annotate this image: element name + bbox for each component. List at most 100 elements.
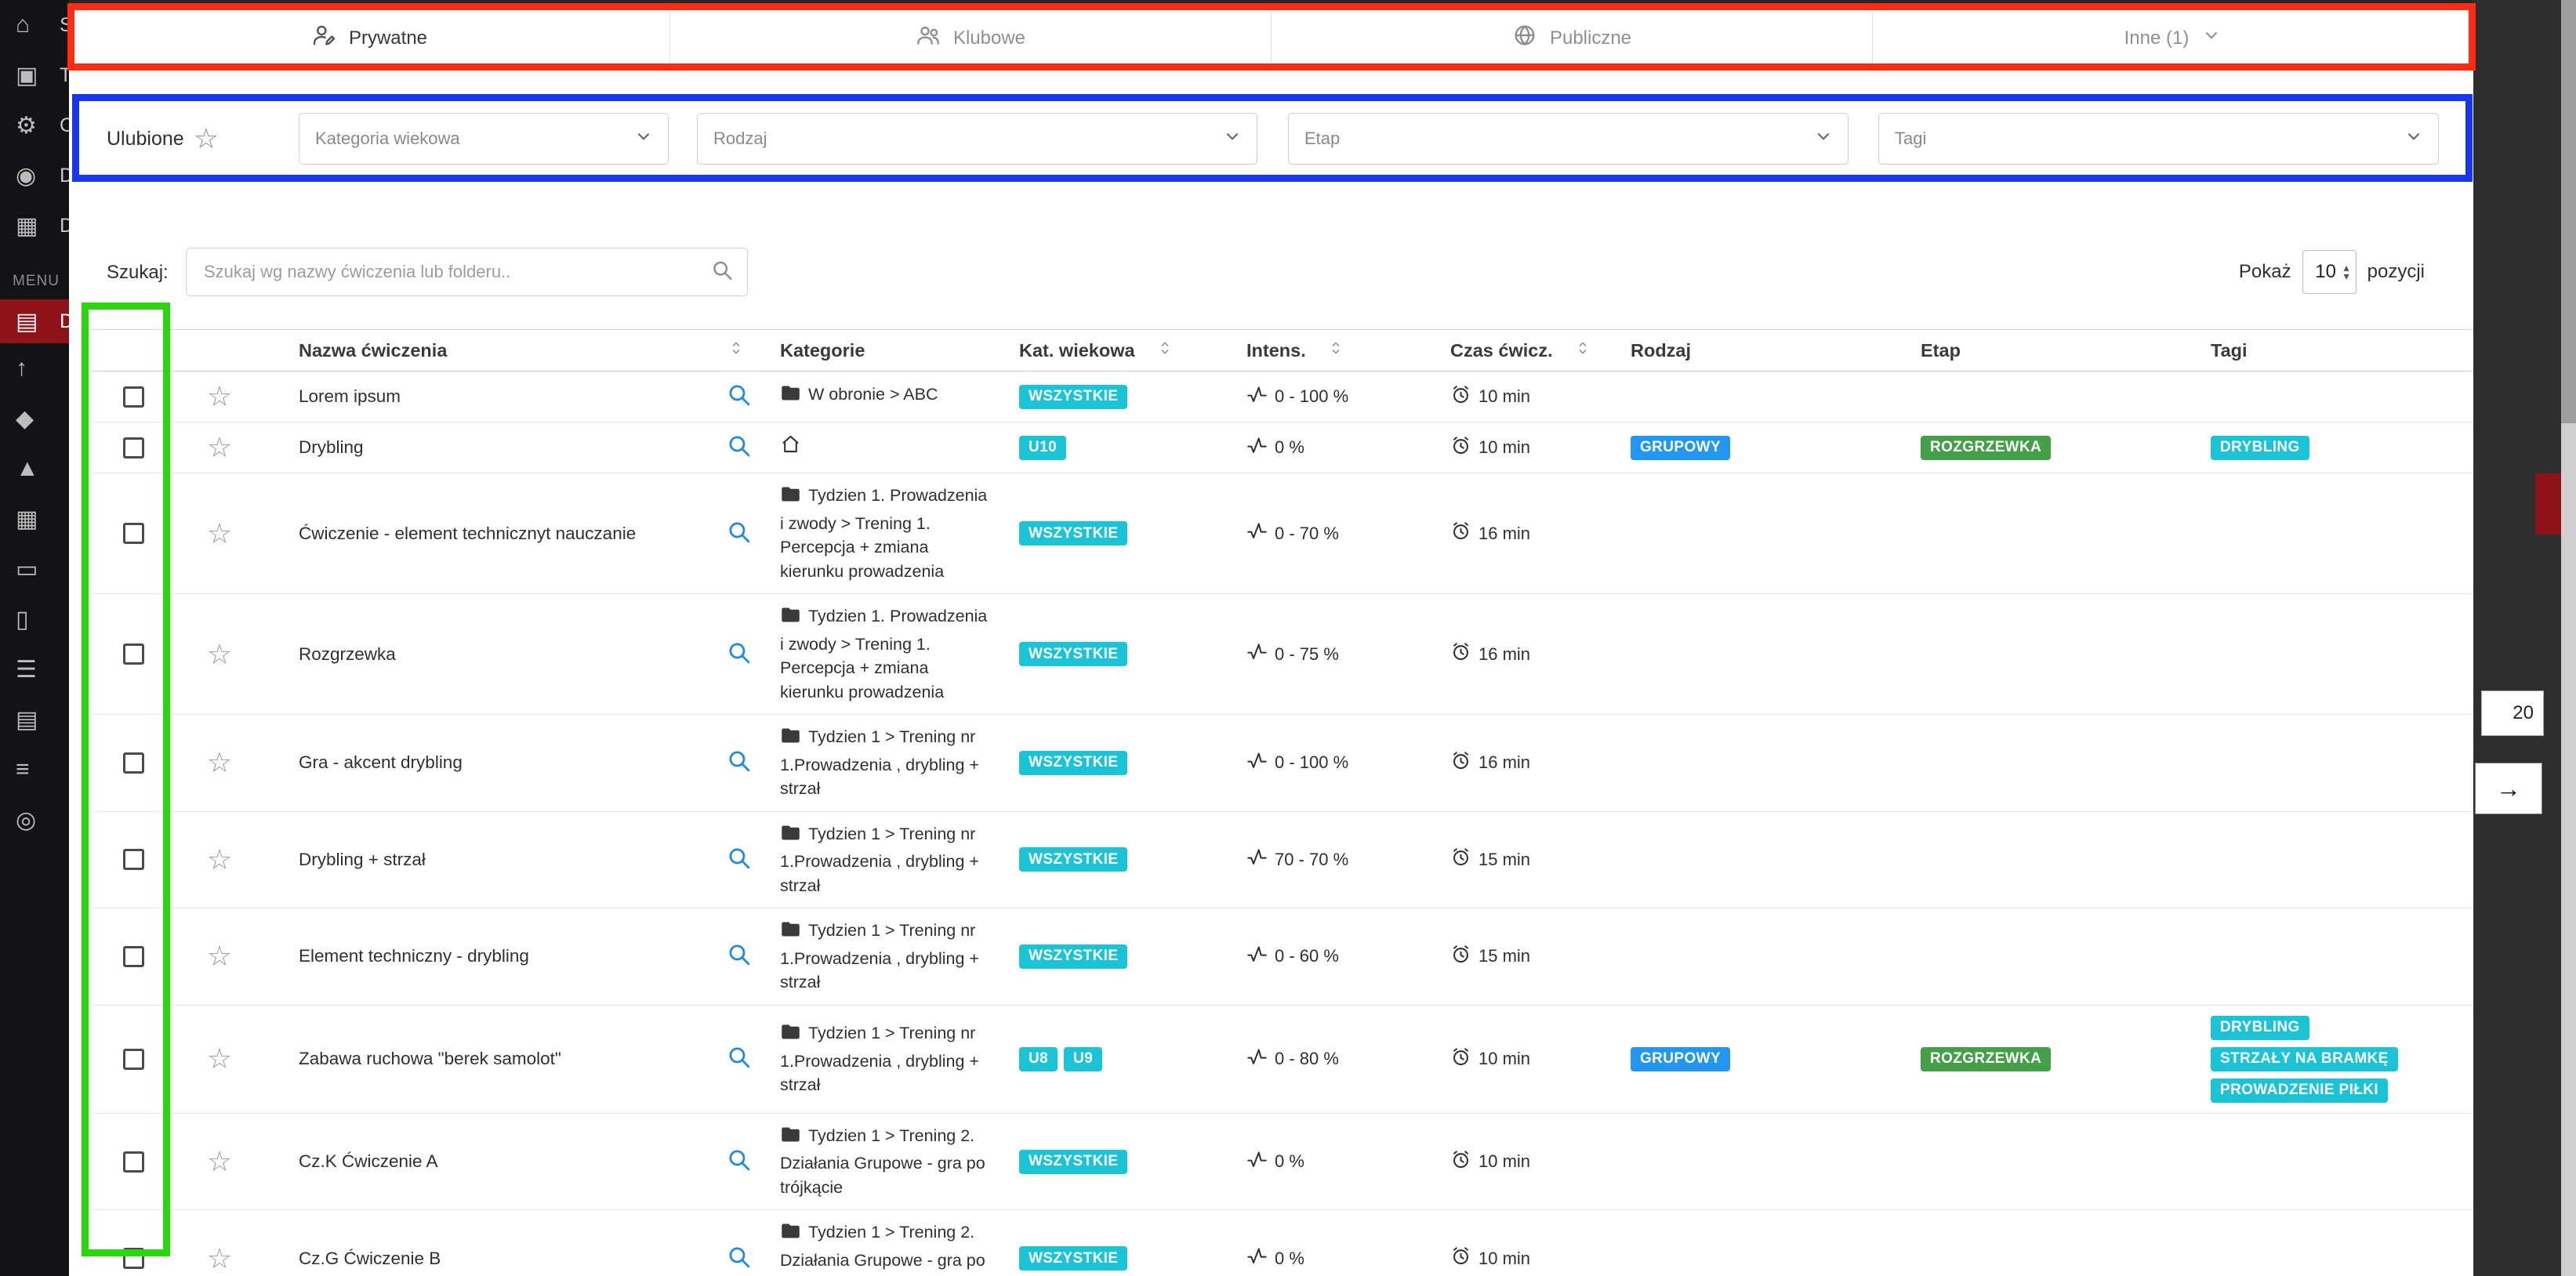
sidebar-item[interactable]: ⚙C (0, 100, 69, 150)
favorite-star-icon[interactable]: ☆ (207, 640, 232, 669)
preview-search-icon[interactable] (726, 1244, 752, 1274)
sidebar-item[interactable]: ▭ (0, 544, 69, 594)
page-size-select[interactable]: 10 ▴▾ (2302, 250, 2356, 294)
sidebar-item[interactable]: ▦ (0, 494, 69, 544)
favorite-star-icon[interactable]: ☆ (207, 749, 232, 777)
select-cell (90, 437, 176, 459)
search-input[interactable] (186, 248, 748, 296)
favorite-cell: ☆ (176, 749, 263, 777)
favorite-star-icon[interactable]: ☆ (207, 1245, 232, 1273)
favorite-star-icon[interactable]: ☆ (207, 433, 232, 462)
preview-search-icon[interactable] (726, 941, 752, 971)
favorite-star-icon[interactable]: ☆ (207, 1147, 232, 1176)
favorite-star-icon[interactable]: ☆ (207, 1045, 232, 1073)
preview-search-icon[interactable] (726, 845, 752, 875)
sidebar-item[interactable]: ↑ (0, 343, 69, 393)
row-checkbox[interactable] (123, 946, 144, 967)
right-panel: 20 → (2473, 0, 2576, 1276)
age-category-cell: WSZYSTKIE (1011, 642, 1239, 666)
sidebar-item[interactable]: ≡ (0, 745, 69, 795)
sidebar-item[interactable]: ☰ (0, 644, 69, 694)
row-checkbox[interactable] (123, 386, 144, 408)
sidebar-item[interactable]: ▯ (0, 594, 69, 644)
preview-search-icon[interactable] (726, 433, 752, 462)
tab-klubowe[interactable]: Klubowe (669, 6, 1271, 70)
menu-item-icon: ◎ (16, 807, 44, 834)
row-checkbox[interactable] (123, 752, 144, 774)
exercise-name: Cz.K Ćwiczenie A (263, 1151, 706, 1172)
filter-dropdown-etap[interactable]: Etap (1288, 113, 1849, 165)
column-header-name[interactable]: Nazwa ćwiczenia (263, 339, 772, 362)
row-checkbox[interactable] (123, 1049, 144, 1070)
sidebar-item[interactable]: ◉D (0, 150, 69, 201)
scrollbar-thumb[interactable] (2561, 0, 2576, 423)
row-checkbox[interactable] (123, 849, 144, 870)
age-category-cell: WSZYSTKIE (1011, 521, 1239, 546)
preview-search-icon[interactable] (726, 519, 752, 549)
sidebar-item[interactable]: ▲ (0, 444, 69, 494)
favorite-star-icon[interactable]: ☆ (207, 520, 232, 548)
row-checkbox[interactable] (123, 1151, 144, 1173)
preview-search-icon[interactable] (726, 1044, 752, 1074)
favorite-star-icon[interactable]: ☆ (207, 846, 232, 874)
category-cell: Tydzien 1. Prowadzenia i zwody > Trening… (772, 484, 1011, 583)
row-checkbox[interactable] (123, 523, 144, 544)
search-label: Szukaj: (107, 262, 169, 284)
filter-dropdown-tagi[interactable]: Tagi (1878, 113, 2439, 165)
sort-icon[interactable] (1573, 339, 1592, 362)
intensity-icon (1246, 435, 1268, 461)
app-root: ⌂S▣T⚙C◉D▦D MENU ▤D ↑◆▲▦▭▯☰▤≡◎ PrywatneKl… (0, 0, 2576, 1276)
next-arrow-button[interactable]: → (2475, 763, 2542, 814)
preview-search-icon[interactable] (726, 640, 752, 669)
column-header-time[interactable]: Czas ćwicz. (1442, 339, 1623, 362)
folder-icon (780, 604, 801, 633)
preview-search-icon[interactable] (726, 748, 752, 778)
tab-inne-1-[interactable]: Inne (1) (1872, 6, 2473, 70)
clock-icon (1450, 520, 1471, 546)
preview-search-icon[interactable] (726, 382, 752, 411)
intensity-cell: 0 - 80 % (1239, 1046, 1442, 1072)
sort-icon[interactable] (1156, 339, 1174, 362)
preview-search-icon[interactable] (726, 1147, 752, 1176)
sidebar-item[interactable]: ▣T (0, 50, 69, 100)
intensity-icon (1246, 1245, 1268, 1271)
menu-item-icon: ▭ (16, 556, 44, 583)
table-row: ☆Cz.K Ćwiczenie ATydzien 1 > Trening 2. … (90, 1114, 2473, 1211)
column-header-stage: Etap (1913, 340, 2203, 361)
favorite-star-icon[interactable]: ☆ (207, 382, 232, 411)
favorites-toggle[interactable]: Ulubione ☆ (107, 113, 219, 165)
chevron-down-icon (633, 126, 654, 151)
filter-dropdown-kategoria-wiekowa[interactable]: Kategoria wiekowa (299, 113, 669, 165)
filter-dropdown-rodzaj[interactable]: Rodzaj (697, 113, 1257, 165)
tab-publiczne[interactable]: Publiczne (1271, 6, 1872, 70)
column-header-intensity[interactable]: Intens. (1239, 339, 1442, 362)
row-checkbox[interactable] (123, 643, 144, 665)
column-header-label: Kat. wiekowa (1019, 340, 1135, 361)
sort-icon[interactable] (1326, 339, 1345, 362)
sidebar-item[interactable]: ▦D (0, 201, 69, 251)
sidebar-item[interactable]: ▤ (0, 694, 69, 745)
sidebar-item[interactable]: ⌂S (0, 0, 69, 50)
sidebar-item[interactable]: ▤D (0, 299, 69, 343)
select-cell (90, 523, 176, 544)
row-checkbox[interactable] (123, 1248, 144, 1269)
intensity-value: 0 - 80 % (1275, 1049, 1339, 1069)
intensity-cell: 70 - 70 % (1239, 846, 1442, 872)
chart-icon: ▦ (16, 212, 44, 240)
age-category-cell: WSZYSTKIE (1011, 1150, 1239, 1174)
table-row: ☆Lorem ipsumW obronie > ABCWSZYSTKIE0 - … (90, 372, 2473, 422)
sidebar-item[interactable]: ◆ (0, 393, 69, 444)
clock-icon (1450, 944, 1471, 970)
intensity-icon (1246, 944, 1268, 970)
scrollbar[interactable] (2561, 0, 2576, 1276)
clock-icon (1450, 1046, 1471, 1072)
favorites-label: Ulubione (107, 128, 184, 150)
row-checkbox[interactable] (123, 437, 144, 459)
favorite-star-icon[interactable]: ☆ (207, 942, 232, 970)
preview-cell (706, 519, 772, 549)
stepper-arrows-icon[interactable]: ▴▾ (2344, 263, 2349, 281)
tab-prywatne[interactable]: Prywatne (69, 6, 669, 70)
sort-icon[interactable] (727, 339, 746, 362)
sidebar-item[interactable]: ◎ (0, 795, 69, 845)
column-header-age[interactable]: Kat. wiekowa (1011, 339, 1239, 362)
